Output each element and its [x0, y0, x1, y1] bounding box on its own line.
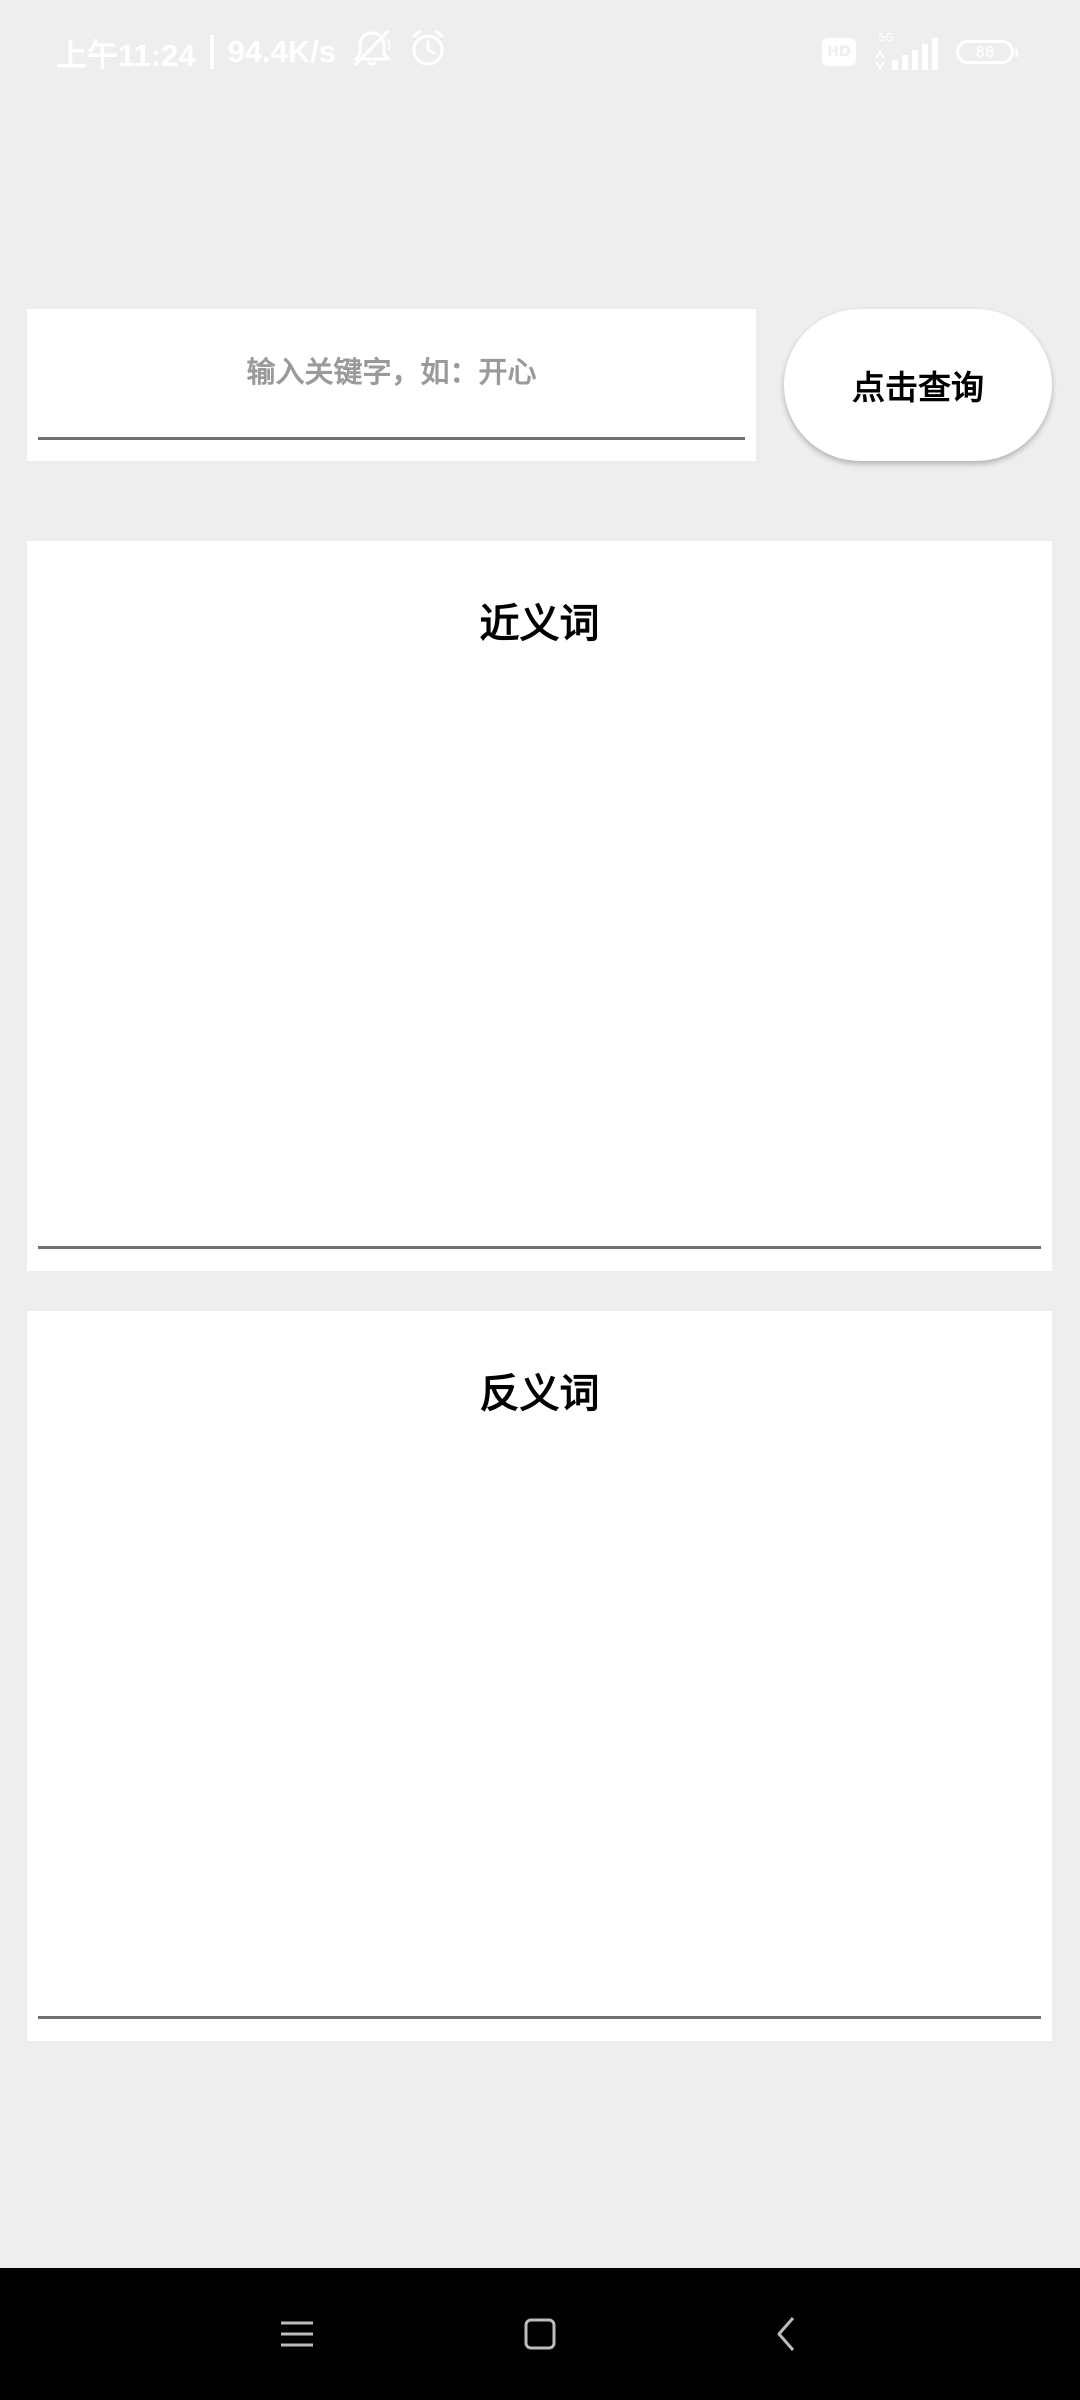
hd-icon: HD	[822, 38, 856, 66]
navigation-bar	[0, 2268, 1080, 2400]
synonyms-card: 近义词	[27, 541, 1052, 1271]
signal-icon: 5G	[872, 30, 940, 74]
status-time: 上午11:24	[56, 37, 196, 73]
status-left: 上午11:24 94.4K/s	[56, 28, 448, 76]
mute-icon	[350, 28, 394, 76]
synonyms-title: 近义词	[479, 600, 600, 647]
search-input-underline	[38, 437, 745, 440]
back-icon	[777, 2317, 795, 2351]
status-right: HD 5G 88	[822, 30, 1018, 74]
antonyms-result	[38, 1441, 1041, 2001]
battery-icon: 88	[956, 40, 1018, 64]
home-icon	[524, 2318, 556, 2350]
menu-button[interactable]	[257, 2298, 337, 2370]
back-button[interactable]	[747, 2298, 827, 2370]
network-type-label: 5G	[878, 31, 894, 44]
battery-level: 88	[975, 43, 995, 61]
search-input[interactable]	[38, 339, 745, 405]
home-button[interactable]	[500, 2298, 580, 2370]
menu-icon	[281, 2321, 313, 2347]
synonyms-result	[38, 671, 1041, 1231]
query-button[interactable]: 点击查询	[784, 309, 1052, 461]
status-bar: 上午11:24 94.4K/s HD 5G 88	[0, 0, 1080, 100]
synonyms-underline	[38, 1246, 1041, 1249]
antonyms-title: 反义词	[479, 1370, 600, 1417]
antonyms-card: 反义词	[27, 1311, 1052, 2041]
search-box	[27, 309, 756, 461]
antonyms-underline	[38, 2016, 1041, 2019]
alarm-icon	[408, 28, 448, 76]
network-speed: 94.4K/s	[227, 34, 337, 69]
status-divider	[209, 35, 214, 69]
